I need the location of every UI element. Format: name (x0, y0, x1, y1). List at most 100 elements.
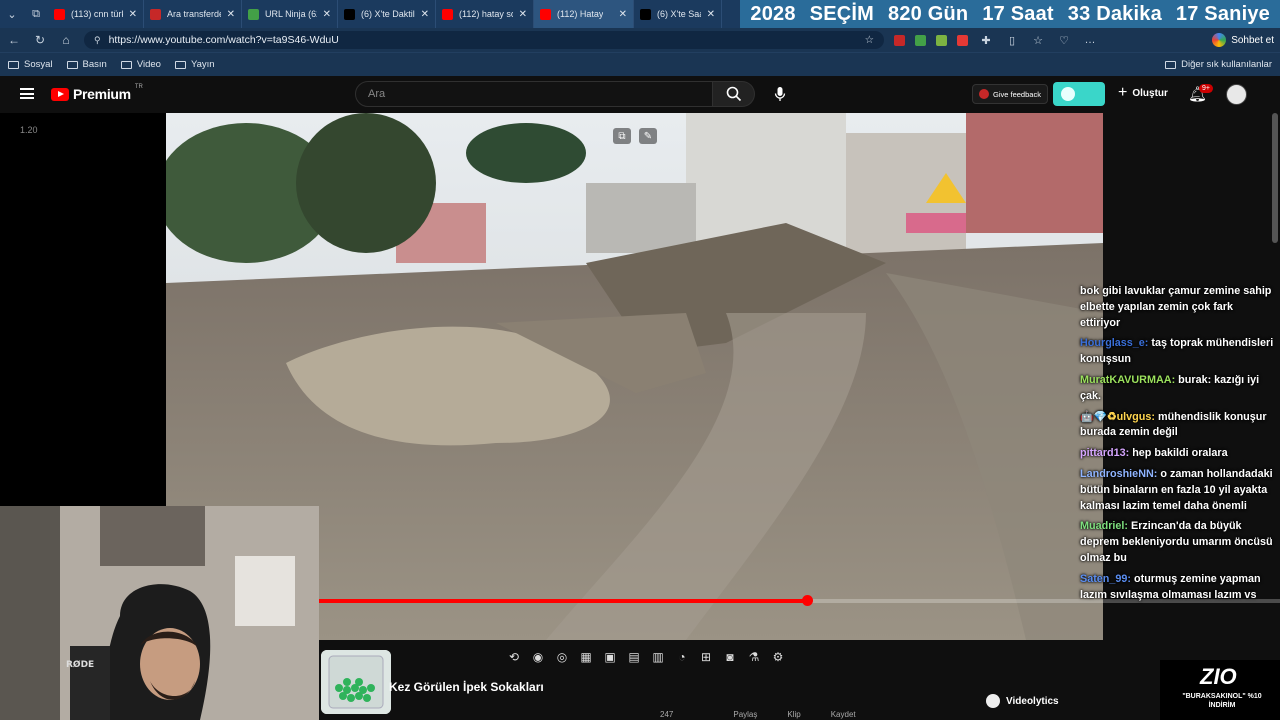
collections-icon[interactable]: ♡ (1056, 32, 1072, 48)
countdown-year: 2028 (750, 2, 796, 25)
reload-icon[interactable]: ↻ (32, 33, 48, 47)
bookmark-yayin[interactable]: Yayın (174, 59, 215, 70)
tab-favicon-icon (248, 8, 259, 20)
videolytics-label: Videolytics (1006, 695, 1059, 707)
url-text: https://www.youtube.com/watch?v=ta9S46-W… (108, 34, 339, 46)
channel-thumbnail[interactable] (321, 650, 391, 714)
browser-tab[interactable]: (6) X'te Saadet P ✕ (634, 0, 722, 28)
tab-favicon-icon (54, 8, 65, 20)
bookmark-video[interactable]: Video (120, 59, 161, 70)
browser-tab[interactable]: Ara transferde sc ✕ (144, 0, 242, 28)
split-screen-icon[interactable]: ▯ (1004, 32, 1020, 48)
clapper-icon[interactable]: ▦ (578, 648, 594, 666)
chat-text: hep bakildi oralara (1132, 447, 1228, 460)
chat-username[interactable]: Saten_99: (1080, 573, 1131, 585)
extension-pen-icon[interactable] (957, 34, 968, 46)
chat-username[interactable]: Hourglass_e: (1080, 337, 1148, 349)
create-button[interactable]: + Oluştur (1118, 84, 1168, 102)
add-clip-icon[interactable]: ⊞ (698, 648, 714, 666)
tab-title: (112) hatay son d (459, 9, 513, 19)
tab-close-icon[interactable]: ✕ (519, 9, 527, 20)
frames-icon[interactable]: ▥ (650, 648, 666, 666)
browser-tab[interactable]: (113) cnn türk ca ✕ (48, 0, 144, 28)
chat-username[interactable]: 🤖💎♻ulvgus: (1080, 411, 1155, 423)
chat-username[interactable]: MuratKAVURMAA: (1080, 374, 1175, 386)
extensions-puzzle-icon[interactable]: ✚ (978, 32, 994, 48)
sponsor-promo: ZIO "BURAKSAKINOL" %10 İNDİRİM (1160, 660, 1280, 720)
save-button[interactable]: Kaydet (831, 710, 856, 719)
toggle-knob-icon (1061, 87, 1075, 101)
share-button[interactable]: Paylaş (733, 710, 757, 719)
browser-tab[interactable]: (112) Hatay ✕ (534, 0, 634, 28)
chat-username[interactable]: Muadriel: (1080, 520, 1128, 532)
avatar[interactable] (1226, 84, 1247, 105)
tab-close-icon[interactable]: ✕ (619, 9, 627, 20)
chat-message: LandroshieNN: o zaman hollandadaki bütün… (1080, 467, 1276, 514)
extension-lime-icon[interactable] (936, 34, 947, 46)
tab-close-icon[interactable]: ✕ (227, 9, 235, 20)
extension-toggle-button[interactable] (1053, 82, 1105, 106)
browser-tab[interactable]: (112) hatay son d ✕ (436, 0, 534, 28)
videolytics-icon (986, 694, 1000, 708)
microphone-icon (774, 87, 786, 101)
video-overlay-buttons: ⧉ ✎ (613, 128, 657, 144)
browser-tab-strip: ⌄ ⧉ (113) cnn türk ca ✕ Ara transferde sc ✕… (0, 0, 1280, 28)
give-feedback-button[interactable]: Give feedback (972, 84, 1048, 104)
voice-search-button[interactable] (767, 81, 793, 107)
tab-title: URL Ninja (62) (265, 9, 317, 19)
menu-icon[interactable] (20, 88, 34, 99)
chat-username[interactable]: LandroshieNN: (1080, 468, 1157, 480)
copilot-chat-button[interactable]: Sohbet et (1212, 33, 1274, 47)
speed-gauge-icon[interactable]: ◔ (674, 648, 690, 666)
note-icon[interactable]: ✎ (639, 128, 657, 144)
miniplayer-icon[interactable]: ⧉ (613, 128, 631, 144)
notification-badge: 9+ (1199, 84, 1213, 93)
back-arrow-icon[interactable]: ← (6, 33, 22, 47)
screenshot-camera-icon[interactable]: ◙ (722, 648, 738, 666)
search-input[interactable]: Ara (355, 81, 713, 107)
lab-flask-icon[interactable]: ⚗ (746, 648, 762, 666)
copilot-icon (1212, 33, 1227, 47)
extension-red-icon[interactable] (894, 34, 905, 46)
feedback-label: Give feedback (993, 89, 1041, 99)
loop-icon[interactable]: ⟲ (506, 648, 522, 666)
site-info-icon[interactable]: ⚲ (94, 35, 101, 46)
page-scrollbar[interactable] (1272, 113, 1278, 243)
tab-close-icon[interactable]: ✕ (129, 9, 137, 20)
bookmark-sosyal[interactable]: Sosyal (8, 59, 53, 70)
address-bar[interactable]: ⚲ https://www.youtube.com/watch?v=ta9S46… (84, 31, 884, 49)
chat-message: Saten_99: oturmuş zemine yapman lazım sı… (1080, 572, 1276, 604)
tab-close-icon[interactable]: ✕ (421, 9, 429, 20)
tab-list-chevron-icon[interactable]: ⌄ (0, 0, 24, 28)
thumbnail-image (321, 650, 391, 714)
like-button[interactable]: 247 (660, 710, 673, 719)
resize-icon[interactable]: ▣ (602, 648, 618, 666)
more-menu-icon[interactable]: … (1082, 32, 1098, 48)
chat-username[interactable]: pittard13: (1080, 447, 1129, 459)
youtube-header: Premium TR Ara Give feedback + Oluştur 🔔︎ (0, 76, 1280, 113)
tab-close-icon[interactable]: ✕ (323, 9, 331, 20)
favorites-icon[interactable]: ☆ (1030, 32, 1046, 48)
clip-button[interactable]: Klip (787, 710, 800, 719)
chat-message: Hourglass_e: taş toprak mühendisleri kon… (1080, 336, 1276, 368)
tab-actions-icon[interactable]: ⧉ (24, 0, 48, 28)
webcam-frame: RØDE (0, 506, 319, 720)
youtube-premium-logo[interactable]: Premium TR (51, 84, 143, 102)
bookmark-basin[interactable]: Basın (66, 59, 107, 70)
search-button[interactable] (713, 81, 755, 107)
chat-button-label: Sohbet et (1231, 34, 1274, 46)
other-bookmarks[interactable]: Diğer sık kullanılanlar (1165, 59, 1272, 70)
browser-tab[interactable]: (6) X'te Daktiloci ✕ (338, 0, 436, 28)
subtitles-icon[interactable]: ▤ (626, 648, 642, 666)
favorite-star-icon[interactable]: ☆ (865, 34, 874, 46)
browser-tab[interactable]: URL Ninja (62) ✕ (242, 0, 338, 28)
left-sidebar: 1.20 (0, 113, 166, 506)
settings-gear-icon[interactable]: ⚙ (770, 648, 786, 666)
tab-close-icon[interactable]: ✕ (707, 9, 715, 20)
audio-icon[interactable]: ◉ (530, 648, 546, 666)
videolytics-button[interactable]: Videolytics (986, 694, 1059, 708)
eye-icon[interactable]: ◎ (554, 648, 570, 666)
home-icon[interactable]: ⌂ (58, 33, 74, 47)
extension-green-icon[interactable] (915, 34, 926, 46)
tab-favicon-icon (442, 8, 453, 20)
